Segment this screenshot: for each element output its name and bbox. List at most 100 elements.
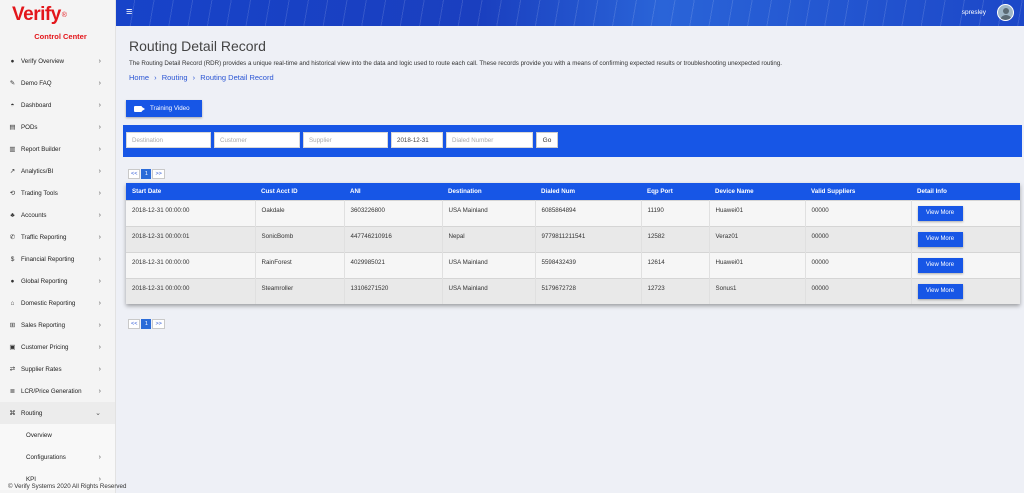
destination-input[interactable]: [126, 132, 211, 148]
cell-ani: 4029985021: [344, 252, 443, 278]
cell-ani: 3603226800: [344, 200, 443, 226]
table-row: 2018-12-31 00:00:01 SonicBomb 447746210916…: [126, 226, 1020, 252]
cell-cust-acct-id: SonicBomb: [255, 226, 345, 252]
sidebar-item-verify-overview[interactable]: ● Verify Overview ›: [0, 50, 115, 72]
cell-start-date: 2018-12-31 00:00:00: [126, 200, 256, 226]
view-more-button[interactable]: View More: [917, 283, 963, 299]
cell-detail-info: View More: [911, 226, 1020, 252]
cell-eqp-port: 11190: [641, 200, 710, 226]
sidebar-icon: ⟲: [9, 190, 16, 197]
sidebar-item-routing[interactable]: ⌘ Routing ⌄: [0, 402, 115, 424]
page-title: Routing Detail Record: [129, 38, 266, 54]
breadcrumb-routing[interactable]: Routing: [162, 73, 188, 82]
view-more-button[interactable]: View More: [917, 257, 963, 273]
col-cust-acct-id[interactable]: Cust Acct ID: [255, 183, 344, 200]
sidebar-item-traffic-reporting[interactable]: ✆ Traffic Reporting ›: [0, 226, 115, 248]
sidebar-item-customer-pricing[interactable]: ▣ Customer Pricing ›: [0, 336, 115, 358]
chevron-right-icon: ›: [98, 79, 101, 87]
sidebar-item-dashboard[interactable]: ◓ Dashboard ›: [0, 94, 115, 116]
pager-page-button[interactable]: 1: [141, 169, 152, 179]
customer-input[interactable]: [214, 132, 300, 148]
pager-prev-button[interactable]: <<: [128, 169, 141, 179]
cell-eqp-port: 12723: [641, 278, 710, 304]
sidebar-subitem-label: KPI: [26, 475, 36, 483]
sidebar-item-pods[interactable]: ▤ PODs ›: [0, 116, 115, 138]
sidebar-item-label: Sales Reporting: [21, 321, 66, 329]
sidebar-item-lcr-price-generation[interactable]: ≣ LCR/Price Generation ›: [0, 380, 115, 402]
sidebar-icon: ◓: [10, 101, 15, 109]
view-more-button[interactable]: View More: [917, 231, 963, 247]
view-more-button[interactable]: View More: [917, 205, 963, 221]
col-ani[interactable]: ANI: [344, 183, 442, 200]
sidebar-icon: ●: [10, 57, 15, 65]
pager-page-button[interactable]: 1: [141, 319, 152, 329]
brand-subtitle: Control Center: [34, 32, 87, 41]
sidebar-item-report-builder[interactable]: ▥ Report Builder ›: [0, 138, 115, 160]
sidebar-icon: ♣: [10, 211, 15, 219]
sidebar-item-accounts[interactable]: ♣ Accounts ›: [0, 204, 115, 226]
cell-eqp-port: 12614: [641, 252, 710, 278]
chevron-right-icon: ›: [98, 365, 101, 373]
cell-ani: 447746210916: [344, 226, 443, 252]
sidebar-subitem-overview[interactable]: Overview: [0, 424, 115, 446]
menu-toggle-icon[interactable]: ≡: [126, 6, 132, 18]
chevron-right-icon: ›: [98, 189, 101, 197]
cell-valid-suppliers: 00000: [805, 200, 912, 226]
sidebar-item-domestic-reporting[interactable]: ⌂ Domestic Reporting ›: [0, 292, 115, 314]
username[interactable]: spresley: [962, 9, 986, 16]
chevron-right-icon: ›: [98, 475, 101, 483]
pager-next-button[interactable]: >>: [152, 319, 165, 329]
chevron-right-icon: ›: [98, 387, 101, 395]
chevron-right-icon: ›: [98, 233, 101, 241]
video-camera-icon: [134, 105, 145, 112]
sidebar-subitem-configurations[interactable]: Configurations ›: [0, 446, 115, 468]
col-device-name[interactable]: Device Name: [709, 183, 805, 200]
table-row: 2018-12-31 00:00:00 RainForest 4029985021 U…: [126, 252, 1020, 278]
table-row: 2018-12-31 00:00:00 Oakdale 3603226800 USA …: [126, 200, 1020, 226]
sidebar-item-trading-tools[interactable]: ⟲ Trading Tools ›: [0, 182, 115, 204]
sidebar-item-label: LCR/Price Generation: [21, 387, 82, 395]
sidebar-item-sales-reporting[interactable]: ⊞ Sales Reporting ›: [0, 314, 115, 336]
sidebar-item-financial-reporting[interactable]: $ Financial Reporting ›: [0, 248, 115, 270]
avatar[interactable]: [997, 4, 1014, 21]
training-video-button[interactable]: Training Video: [126, 100, 202, 117]
chevron-right-icon: ›: [98, 277, 101, 285]
dialed-number-input[interactable]: [446, 132, 533, 148]
cell-start-date: 2018-12-31 00:00:01: [126, 226, 256, 252]
breadcrumb-home[interactable]: Home: [129, 73, 149, 82]
go-button[interactable]: Go: [536, 132, 558, 148]
chevron-right-icon: ›: [98, 343, 101, 351]
sidebar-item-label: Verify Overview: [21, 57, 64, 65]
cell-cust-acct-id: Steamroller: [255, 278, 345, 304]
col-start-date[interactable]: Start Date: [126, 183, 255, 200]
pager-prev-button[interactable]: <<: [128, 319, 141, 329]
col-dialed-num[interactable]: Dialed Num: [535, 183, 641, 200]
cell-ani: 13106271520: [344, 278, 443, 304]
cell-detail-info: View More: [911, 252, 1020, 278]
cell-start-date: 2018-12-31 00:00:00: [126, 278, 256, 304]
sidebar-item-label: Dashboard: [21, 101, 52, 109]
col-valid-suppliers[interactable]: Valid Suppliers: [805, 183, 911, 200]
sidebar-item-label: Accounts: [21, 211, 47, 219]
sidebar-item-label: Financial Reporting: [21, 255, 75, 263]
brand-logo[interactable]: Verify ®: [0, 0, 115, 30]
cell-start-date: 2018-12-31 00:00:00: [126, 252, 256, 278]
cell-device-name: Huawei01: [709, 200, 806, 226]
chevron-right-icon: ›: [98, 453, 101, 461]
routing-icon: ⌘: [9, 410, 16, 417]
supplier-input[interactable]: [303, 132, 388, 148]
col-eqp-port[interactable]: Eqp Port: [641, 183, 709, 200]
sidebar-item-demo-faq[interactable]: ✎ Demo FAQ ›: [0, 72, 115, 94]
chevron-right-icon: ›: [98, 123, 101, 131]
col-destination[interactable]: Destination: [442, 183, 535, 200]
sidebar-item-global-reporting[interactable]: ● Global Reporting ›: [0, 270, 115, 292]
top-bar: ≡ spresley: [116, 0, 1024, 26]
pager-next-button[interactable]: >>: [152, 169, 165, 179]
date-input[interactable]: [391, 132, 443, 148]
sidebar-item-supplier-rates[interactable]: ⇄ Supplier Rates ›: [0, 358, 115, 380]
chevron-right-icon: ›: [98, 167, 101, 175]
breadcrumb: Home › Routing › Routing Detail Record: [129, 73, 274, 82]
sidebar-icon: ⇄: [9, 366, 16, 373]
sidebar-item-analytics-bi[interactable]: ↗ Analytics/BI ›: [0, 160, 115, 182]
cell-destination: USA Mainland: [442, 278, 536, 304]
